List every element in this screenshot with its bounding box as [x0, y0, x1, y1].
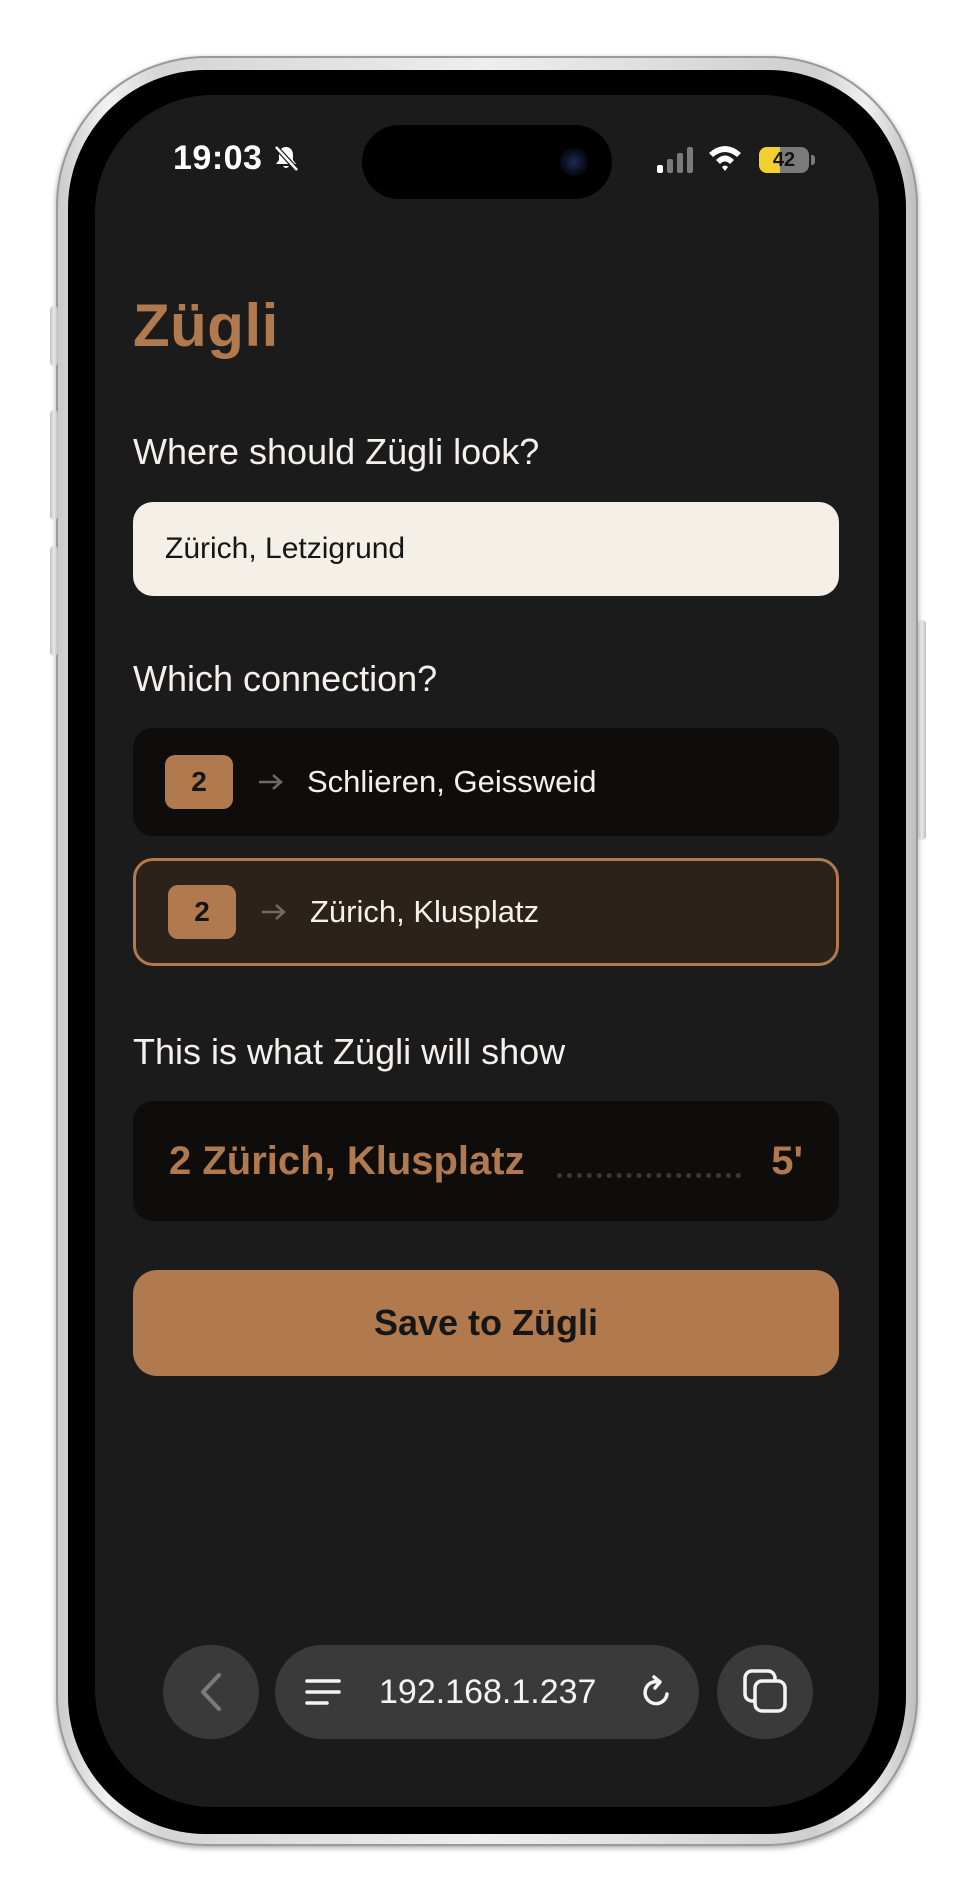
preview-label: This is what Zügli will show [133, 1031, 566, 1072]
dynamic-island [362, 125, 612, 199]
preview-line-text: 2 Zürich, Klusplatz [169, 1139, 525, 1183]
connection-destination: Zürich, Klusplatz [310, 894, 540, 929]
connection-label: Which connection? [133, 658, 438, 699]
tabs-button[interactable] [717, 1645, 813, 1739]
app-title: Zügli [133, 292, 279, 359]
volume-down-button [50, 546, 58, 656]
line-badge: 2 [165, 755, 233, 809]
address-bar[interactable]: 192.168.1.237 [275, 1645, 699, 1739]
wifi-icon [709, 146, 741, 171]
back-button[interactable] [163, 1645, 259, 1739]
volume-up-button [50, 410, 58, 520]
tabs-icon [743, 1669, 787, 1713]
power-button [918, 620, 926, 840]
battery-icon: 42 [759, 147, 809, 173]
menu-icon[interactable] [305, 1678, 341, 1706]
preview-dotted-leader [557, 1173, 741, 1178]
reload-icon[interactable] [639, 1674, 675, 1710]
address-url[interactable]: 192.168.1.237 [379, 1673, 596, 1712]
location-label: Where should Zügli look? [133, 431, 540, 472]
arrow-right-icon [262, 904, 286, 920]
action-button [50, 306, 58, 366]
camera-icon [560, 148, 588, 176]
bell-slash-icon [274, 145, 299, 172]
location-input[interactable] [133, 502, 839, 596]
phone-screen: 19:03 42 Zügli Where should Zügli look? … [95, 95, 879, 1807]
preview-card: 2 Zürich, Klusplatz 5' [133, 1101, 839, 1221]
chevron-left-icon [201, 1673, 221, 1711]
line-badge: 2 [168, 885, 236, 939]
signal-icon [657, 147, 693, 173]
battery-nub [811, 155, 815, 165]
preview-minutes: 5' [771, 1139, 803, 1183]
connection-option-2[interactable]: 2 Zürich, Klusplatz [133, 858, 839, 966]
connection-destination: Schlieren, Geissweid [307, 764, 597, 799]
status-time: 19:03 [173, 139, 263, 177]
battery-level: 42 [772, 149, 796, 171]
save-button[interactable]: Save to Zügli [133, 1270, 839, 1376]
connection-option-1[interactable]: 2 Schlieren, Geissweid [133, 728, 839, 836]
arrow-right-icon [259, 774, 283, 790]
